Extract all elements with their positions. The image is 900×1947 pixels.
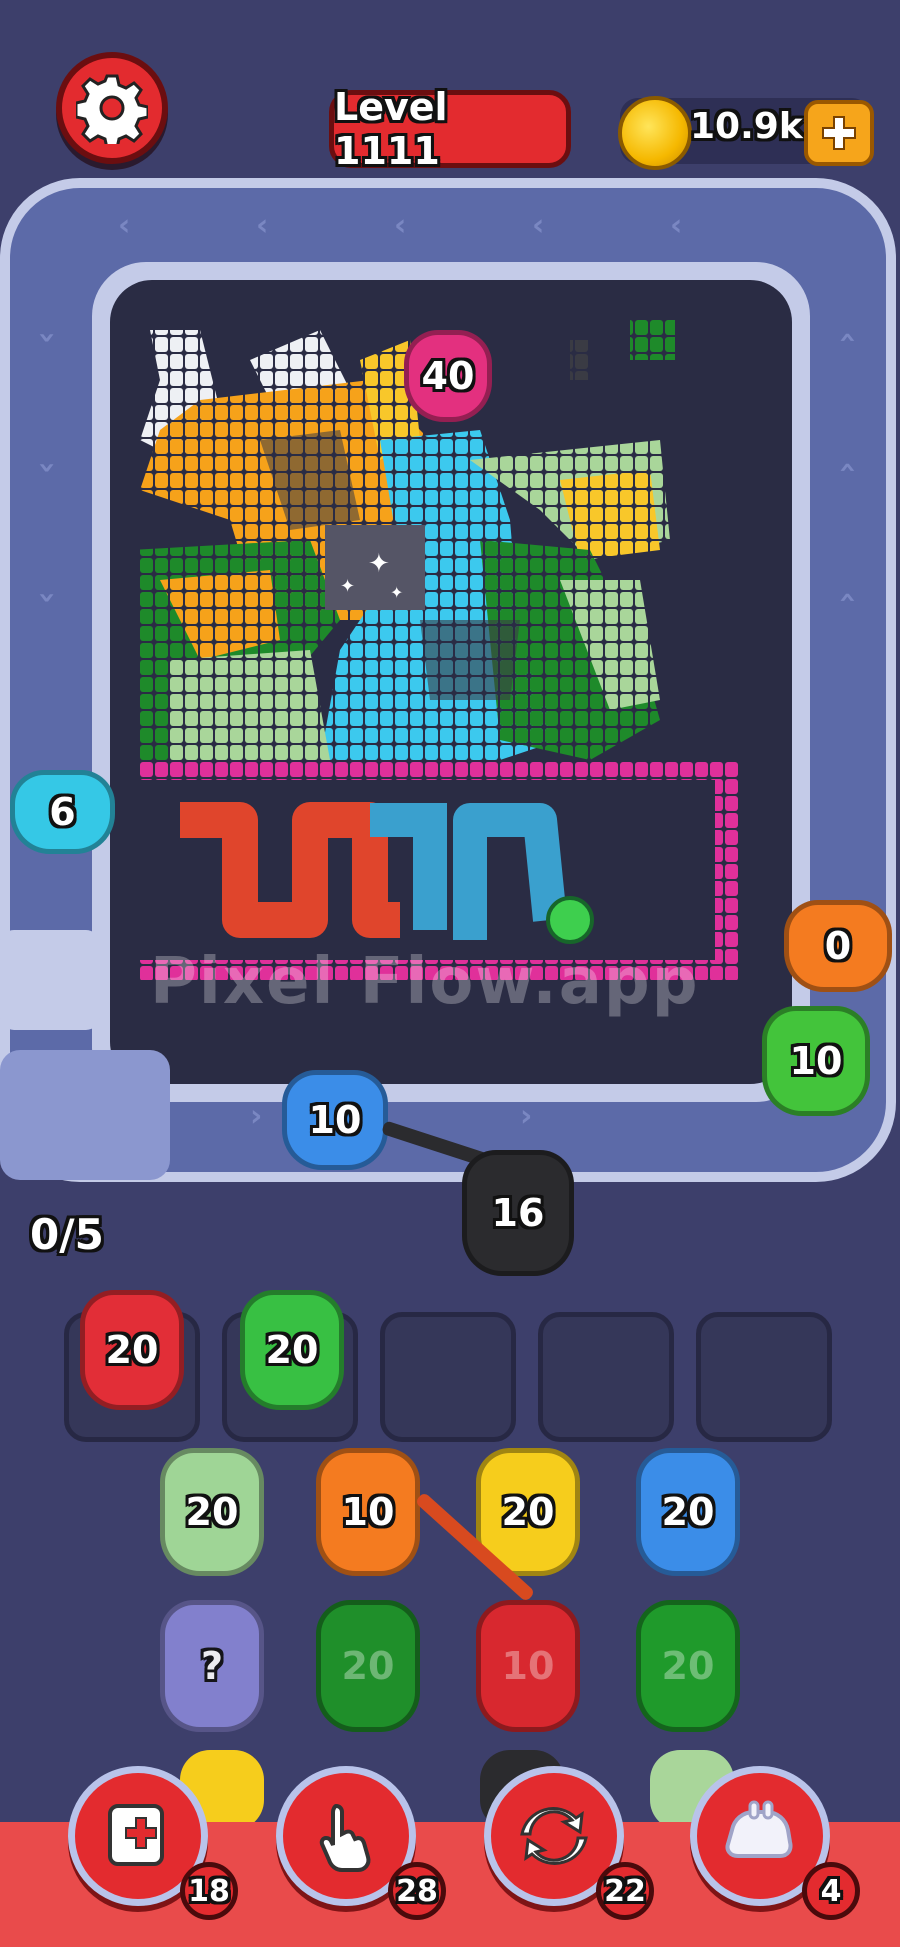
add-coins-button[interactable]: [804, 100, 874, 166]
ghost-critter-icon: [725, 1800, 793, 1858]
chevron-up-icon: ‹: [830, 331, 866, 344]
chevron-left-icon: ‹: [118, 208, 131, 243]
powerup-count: 22: [596, 1862, 654, 1920]
critter-count: 6: [49, 790, 76, 834]
chevron-left-icon: ‹: [670, 208, 683, 243]
critter-count: 20: [661, 1490, 715, 1534]
critter-count: 20: [661, 1644, 715, 1688]
critter-count: 10: [501, 1644, 555, 1688]
critter-count: 16: [491, 1191, 545, 1235]
add-slot-icon: [108, 1804, 164, 1866]
powerup-count: 18: [180, 1862, 238, 1920]
hand-icon: [319, 1803, 371, 1872]
chevron-down-icon: ‹: [28, 331, 64, 344]
chevron-right-icon: ‹: [520, 1100, 533, 1135]
holding-slot[interactable]: [538, 1312, 674, 1442]
sparkle-icon: ✦: [340, 576, 355, 597]
dispenser-chute: [0, 930, 100, 1030]
critter-count: 20: [341, 1644, 395, 1688]
chevron-up-icon: ‹: [830, 591, 866, 604]
shuffle-icon: [520, 1807, 588, 1865]
chevron-down-icon: ‹: [28, 591, 64, 604]
holding-slot[interactable]: [696, 1312, 832, 1442]
powerup-count: 28: [388, 1862, 446, 1920]
critter-count: 10: [789, 1039, 843, 1083]
progress-counter: 0/5: [30, 1210, 104, 1259]
conveyor-critter[interactable]: 6: [10, 770, 115, 854]
dispenser-base: [0, 1050, 170, 1180]
chevron-up-icon: ‹: [830, 461, 866, 474]
slot-critter[interactable]: 20: [240, 1290, 344, 1410]
critter-count: 10: [341, 1490, 395, 1534]
mystery-critter[interactable]: ?: [160, 1600, 264, 1732]
critter-count: ?: [200, 1644, 224, 1688]
conveyor-critter[interactable]: 0: [784, 900, 892, 992]
chevron-down-icon: ‹: [28, 461, 64, 474]
critter-count: 20: [501, 1490, 555, 1534]
coin-icon: [618, 96, 692, 170]
pixel-artwork: ✦ ✦ ✦: [140, 320, 740, 980]
watermark-text: Pixel Flow.app: [150, 945, 700, 1019]
plus-icon: [822, 116, 856, 150]
queue-critter[interactable]: 10: [476, 1600, 580, 1732]
critter-count: 40: [421, 354, 475, 398]
queue-critter[interactable]: 10: [316, 1448, 420, 1576]
slot-critter[interactable]: 20: [80, 1290, 184, 1410]
chevron-right-icon: ‹: [250, 1100, 263, 1135]
queue-critter[interactable]: 20: [316, 1600, 420, 1732]
queue-critter[interactable]: 20: [160, 1448, 264, 1576]
level-indicator: Level 1111: [329, 85, 571, 173]
critter-count: 20: [105, 1328, 159, 1372]
queue-critter[interactable]: 20: [636, 1448, 740, 1576]
powerup-count: 4: [802, 1862, 860, 1920]
critter-count: 20: [265, 1328, 319, 1372]
conveyor-critter[interactable]: 10: [762, 1006, 870, 1116]
conveyor-critter[interactable]: 10: [282, 1070, 388, 1170]
critter-count: 10: [308, 1098, 362, 1142]
settings-button[interactable]: [56, 52, 168, 164]
coin-count: 10.9k: [690, 106, 803, 147]
conveyor-critter[interactable]: 40: [404, 330, 492, 422]
queue-critter[interactable]: 20: [636, 1600, 740, 1732]
sparkle-icon: ✦: [390, 583, 403, 602]
chevron-left-icon: ‹: [394, 208, 407, 243]
critter-count: 0: [824, 924, 852, 968]
chevron-left-icon: ‹: [532, 208, 545, 243]
gear-icon: [76, 74, 148, 144]
sparkle-icon: ✦: [368, 549, 390, 579]
critter-count: 20: [185, 1490, 239, 1534]
chevron-left-icon: ‹: [256, 208, 269, 243]
conveyor-critter[interactable]: 16: [462, 1150, 574, 1276]
holding-slot[interactable]: [380, 1312, 516, 1442]
